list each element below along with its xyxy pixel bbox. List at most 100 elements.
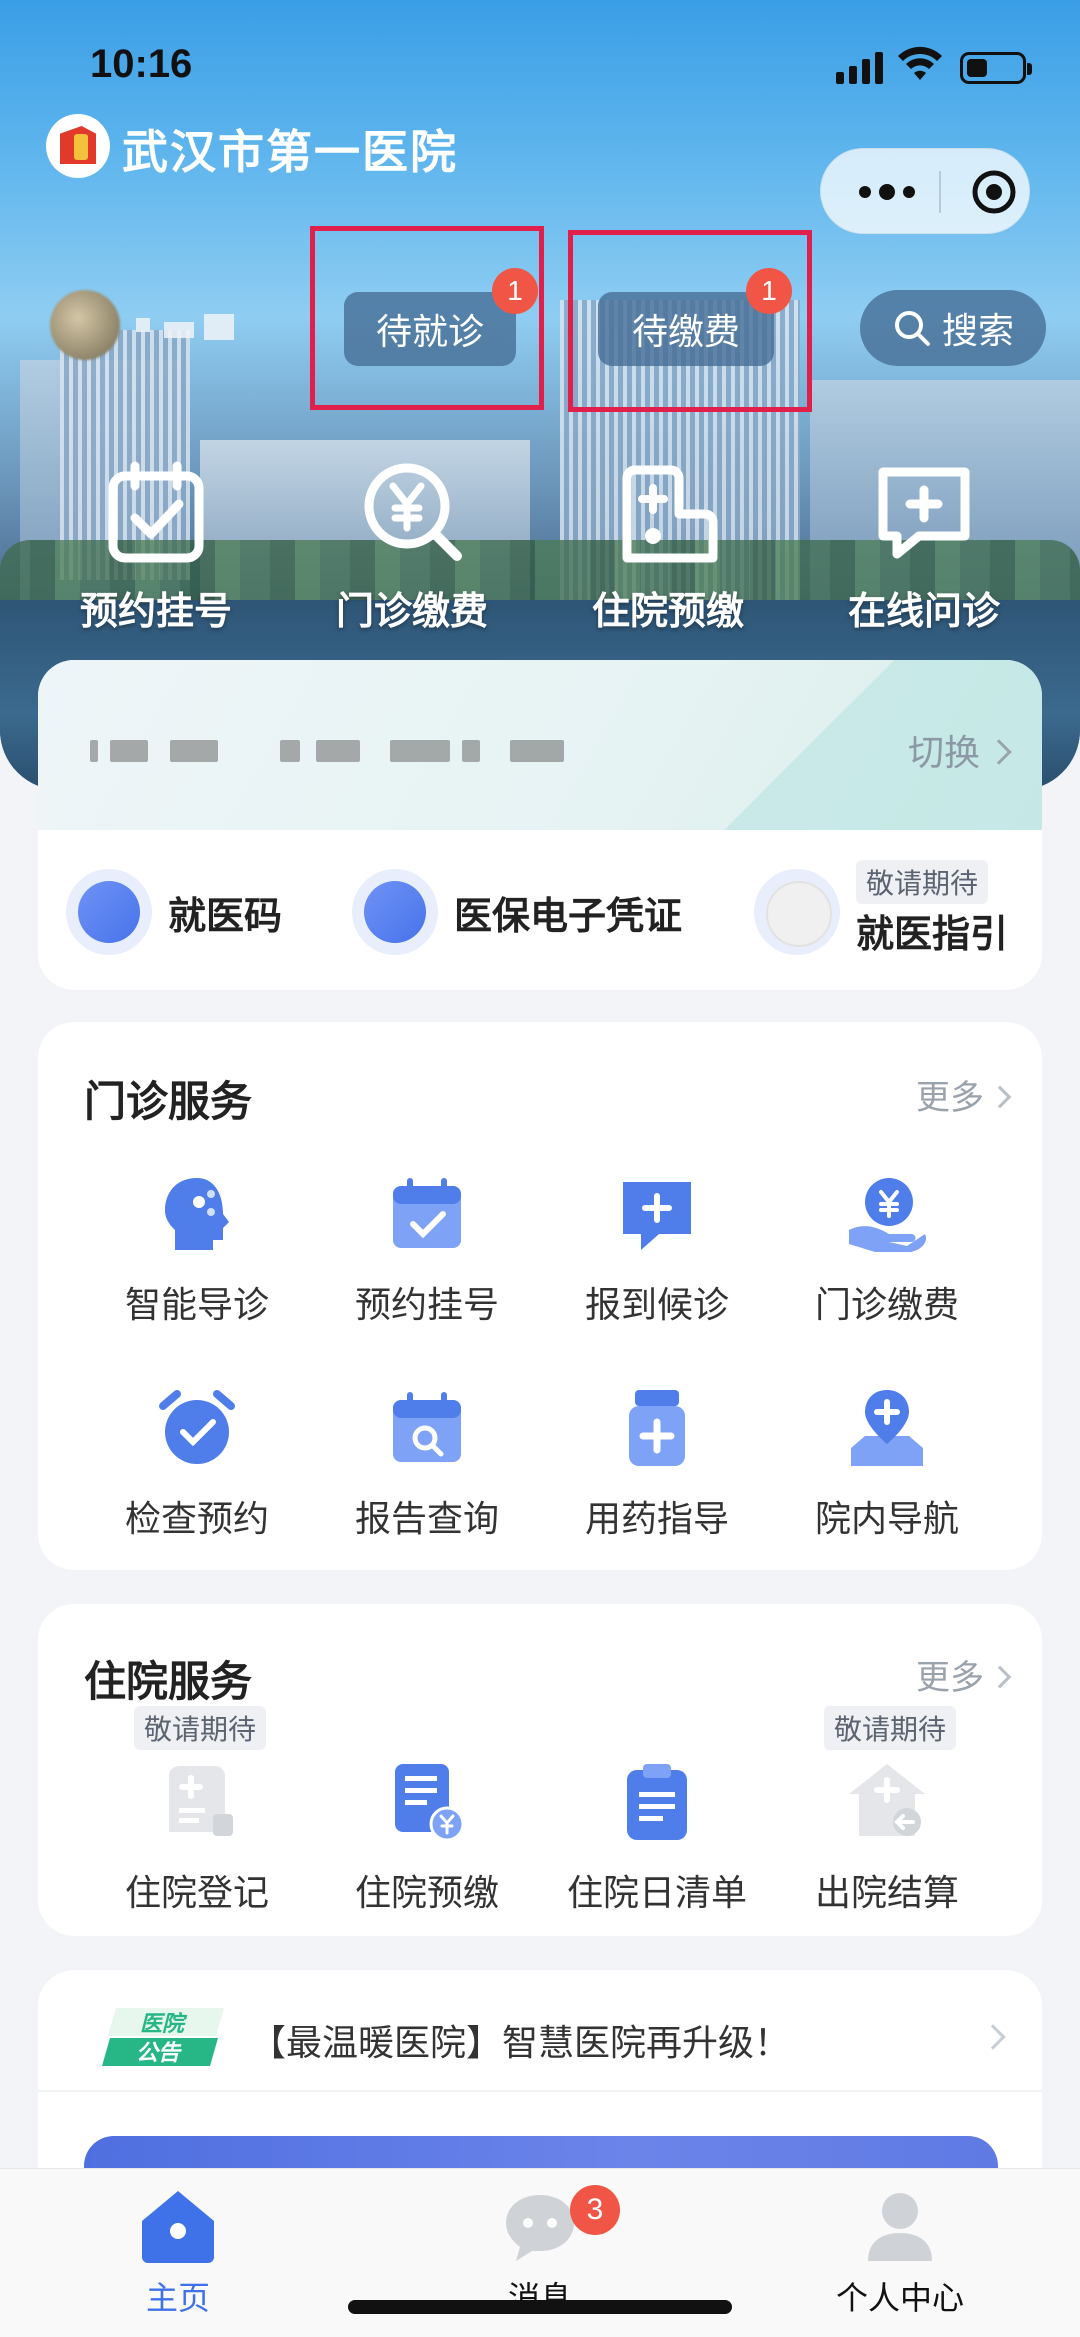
qr-code-icon [66,869,152,955]
search-icon [894,311,930,346]
house-exit-icon [849,1764,925,1836]
insurance-voucher-button[interactable]: 医保电子凭证 [352,862,682,962]
tab-home[interactable]: 主页 [58,2185,298,2319]
search-button[interactable]: 搜索 [860,290,1046,366]
medicine-bottle-icon [629,1390,685,1466]
message-badge: 3 [570,2185,620,2235]
miniapp-capsule [820,148,1030,234]
avatar[interactable] [50,290,120,360]
quick-action-label: 门诊缴费 [335,589,488,633]
status-bar: 10:16 [0,0,1080,130]
more-label: 更多 [916,1078,984,1118]
wifi-icon [898,46,942,80]
app-title: 武汉市第一医院 [122,125,458,179]
medical-code-button[interactable]: 就医码 [66,862,282,962]
compass-icon [754,869,840,955]
switch-patient-button[interactable]: 切换 [907,724,1012,776]
chat-plus-icon [623,1182,691,1250]
service-daily-bill[interactable]: 住院日清单 [542,1760,772,1916]
inpatient-services-card: 住院服务 更多 敬请期待 住院登记 住院预缴 住院日清单 敬请期待 出院结算 [38,1604,1042,1936]
service-discharge-settlement[interactable]: 出院结算 [772,1760,1002,1916]
home-indicator [348,2300,732,2314]
outpatient-services-card: 门诊服务 更多 智能导诊 预约挂号 报到候诊 门诊缴费 检查预约 报告查询 用药… [38,1022,1042,1570]
service-smart-triage[interactable]: 智能导诊 [82,1172,312,1328]
insurance-voucher-label: 医保电子凭证 [454,893,683,938]
service-label: 报到候诊 [584,1285,729,1326]
quick-action-outpatient-payment[interactable]: 门诊缴费 [302,458,522,635]
quick-action-label: 住院预缴 [591,589,744,633]
yuan-search-icon [364,463,462,561]
coming-soon-tag: 敬请期待 [856,860,989,904]
patient-card: 切换 就医码 医保电子凭证 就医指引 敬请期待 [38,660,1042,990]
service-label: 检查预约 [124,1499,269,1540]
divider [38,2090,1042,2092]
user-icon [868,2193,932,2261]
home-icon [142,2191,214,2263]
switch-label: 切换 [907,733,980,774]
message-icon [506,2195,574,2261]
service-label: 报告查询 [354,1499,499,1540]
hospital-logo [46,114,110,178]
patient-id-redacted [90,732,570,768]
notice-tag-bottom: 公告 [136,2041,182,2066]
service-label: 出院结算 [814,1873,959,1914]
service-label: 住院登记 [124,1873,269,1914]
signal-icon [836,50,883,84]
quick-action-label: 在线问诊 [847,589,1000,633]
service-report-query[interactable]: 报告查询 [312,1386,542,1542]
service-label: 院内导航 [814,1499,959,1540]
service-exam-booking[interactable]: 检查预约 [82,1386,312,1542]
tab-label: 主页 [145,2279,210,2317]
register-doc-icon [169,1766,233,1836]
quick-action-inpatient-deposit[interactable]: 住院预缴 [558,458,778,635]
service-check-in[interactable]: 报到候诊 [542,1172,772,1328]
service-outpatient-payment[interactable]: 门诊缴费 [772,1172,1002,1328]
tab-label: 个人中心 [835,2279,964,2317]
capsule-divider [939,171,941,213]
notice-text[interactable]: 【最温暖医院】智慧医院再升级！ [250,2014,790,2066]
service-medication-guide[interactable]: 用药指导 [542,1386,772,1542]
service-label: 门诊缴费 [814,1285,959,1326]
highlight-box [310,226,544,410]
hand-yuan-icon [849,1178,927,1252]
more-label: 更多 [916,1658,984,1698]
service-label: 用药指导 [584,1499,729,1540]
more-dots-icon[interactable] [857,179,917,205]
guide-label: 就医指引 [856,911,1009,956]
highlight-box [568,230,812,412]
chevron-right-icon [986,739,1012,765]
insurance-card-icon [352,869,438,955]
hospital-bed-icon [622,465,718,563]
section-title: 门诊服务 [84,1077,253,1126]
section-title: 住院服务 [84,1657,253,1706]
service-label: 住院日清单 [566,1873,747,1914]
service-indoor-navigation[interactable]: 院内导航 [772,1386,1002,1542]
coming-soon-tag: 敬请期待 [824,1706,957,1750]
quick-action-online-consult[interactable]: 在线问诊 [814,458,1034,635]
more-button[interactable]: 更多 [916,1070,1012,1119]
status-time: 10:16 [90,42,193,86]
service-admission-register[interactable]: 住院登记 [82,1760,312,1916]
service-inpatient-deposit[interactable]: 住院预缴 [312,1760,542,1916]
tab-messages[interactable]: 消息 [420,2185,660,2319]
calendar-check-icon [393,1178,461,1248]
close-miniapp-icon[interactable] [971,169,1017,215]
chevron-right-icon [988,1085,1012,1108]
more-button[interactable]: 更多 [916,1650,1012,1699]
service-label: 预约挂号 [354,1285,499,1326]
chevron-right-icon[interactable] [980,2024,1006,2050]
service-appointment[interactable]: 预约挂号 [312,1172,542,1328]
coming-soon-tag: 敬请期待 [134,1706,267,1750]
clipboard-list-icon [627,1764,687,1840]
battery-icon [960,52,1032,84]
bill-yuan-icon [395,1764,465,1842]
quick-action-label: 预约挂号 [79,589,232,633]
hospital-notice-tag: 医院 公告 [102,2008,224,2066]
tab-profile[interactable]: 个人中心 [780,2185,1020,2319]
chevron-right-icon [988,1665,1012,1688]
quick-action-appointment[interactable]: 预约挂号 [46,458,266,635]
calendar-check-icon [108,461,204,563]
service-label: 智能导诊 [124,1285,269,1326]
patient-name-redacted [130,308,242,342]
alarm-clock-icon [159,1390,235,1464]
